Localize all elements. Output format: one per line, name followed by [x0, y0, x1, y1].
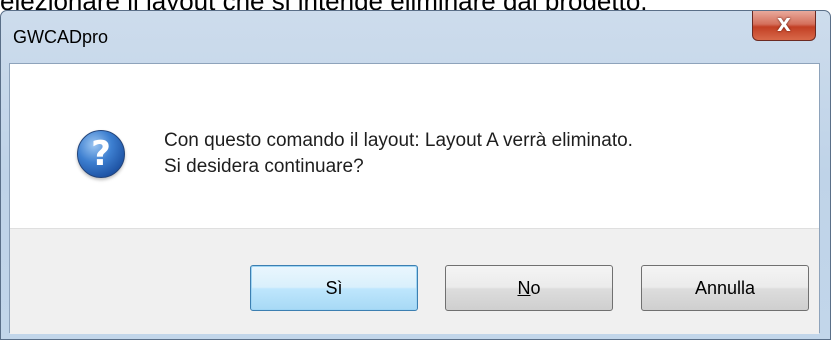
question-icon: ?	[77, 130, 125, 178]
window-title: GWCADpro	[13, 27, 109, 47]
dialog-window: GWCADpro X ? Con questo comando il layou…	[0, 10, 831, 340]
message-text-line-1: Con questo comando il layout: Layout A v…	[164, 130, 633, 151]
yes-button[interactable]: Sì	[250, 265, 418, 311]
question-mark-glyph: ?	[91, 134, 111, 174]
button-bar: Sì No Annulla	[10, 228, 819, 334]
dialog-client-area: ? Con questo comando il layout: Layout A…	[9, 63, 820, 334]
message-area: ? Con questo comando il layout: Layout A…	[10, 64, 819, 228]
yes-button-label: Sì	[325, 277, 343, 298]
no-button-label-rest: o	[530, 277, 541, 298]
close-icon: X	[777, 15, 791, 36]
message-text-line-2: Si desidera continuare?	[164, 156, 364, 177]
close-button[interactable]: X	[752, 11, 816, 41]
title-bar[interactable]: GWCADpro X	[1, 11, 830, 63]
no-button[interactable]: No	[445, 265, 613, 311]
cancel-button[interactable]: Annulla	[641, 265, 809, 311]
no-button-label: No	[517, 278, 540, 299]
no-button-mnemonic: N	[517, 277, 531, 298]
cancel-button-label: Annulla	[694, 277, 756, 298]
